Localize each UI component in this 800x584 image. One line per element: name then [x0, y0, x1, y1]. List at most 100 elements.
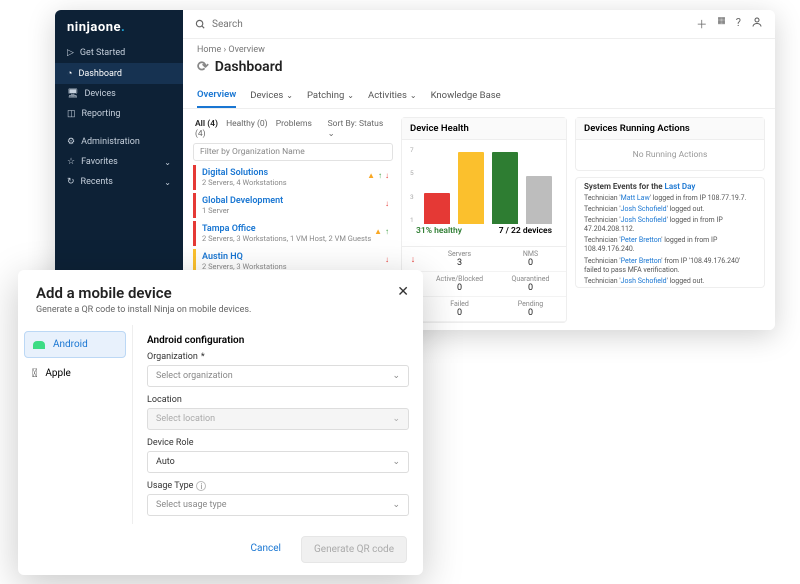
technician-link[interactable]: Josh Schofield: [621, 216, 667, 224]
chart-bar-grey: [526, 176, 552, 224]
breadcrumb: Home › Overview: [183, 39, 775, 55]
org-meta: 1 Server: [202, 206, 387, 215]
org-select[interactable]: Select organization⌄: [147, 365, 409, 387]
running-actions-card: Devices Running Actions No Running Actio…: [575, 117, 765, 171]
card-title: Device Health: [402, 118, 566, 140]
org-name[interactable]: Austin HQ: [202, 252, 387, 262]
crumb-home[interactable]: Home: [197, 45, 221, 55]
role-select[interactable]: Auto⌄: [147, 451, 409, 473]
brand-logo: ninjaone.: [55, 10, 183, 43]
nav-reporting[interactable]: ◫ Reporting: [55, 104, 183, 124]
nav-administration[interactable]: ⚙ Administration: [55, 132, 183, 152]
nav-favorites[interactable]: ☆ Favorites⌄: [55, 152, 183, 172]
generate-qr-button[interactable]: Generate QR code: [301, 536, 407, 563]
role-label: Device Role: [147, 438, 409, 448]
modal-subtitle: Generate a QR code to install Ninja on m…: [36, 305, 405, 315]
tab-overview[interactable]: Overview: [197, 83, 236, 108]
apps-icon[interactable]: ▦: [717, 16, 726, 32]
technician-link[interactable]: Josh Schofield: [621, 277, 667, 285]
user-icon[interactable]: [751, 16, 763, 32]
chart-bar-yellow: [458, 152, 484, 224]
nav-label: Devices: [84, 89, 115, 99]
usage-label: Usage Type i: [147, 481, 409, 491]
form-title: Android configuration: [147, 335, 409, 346]
nav-dashboard[interactable]: ◔ Dashboard: [55, 63, 183, 84]
no-actions-text: No Running Actions: [576, 140, 764, 170]
add-mobile-device-modal: Add a mobile device Generate a QR code t…: [18, 270, 423, 575]
down-icon: ↓: [385, 171, 389, 180]
nav-label: Get Started: [80, 48, 125, 58]
location-label: Location: [147, 395, 409, 405]
platform-apple[interactable]: Apple: [18, 358, 132, 388]
chart-bar-red: [424, 193, 450, 224]
down-icon: ↓: [385, 199, 389, 208]
org-meta: 2 Servers, 3 Workstations, 1 VM Host, 2 …: [202, 234, 387, 243]
chevron-down-icon: ⌄: [392, 500, 400, 510]
system-events-card: System Events for the Last Day Technicia…: [575, 177, 765, 288]
last-day-link[interactable]: Last Day: [665, 182, 696, 191]
tabs: Overview Devices⌄ Patching⌄ Activities⌄ …: [183, 83, 775, 109]
usage-select[interactable]: Select usage type⌄: [147, 494, 409, 516]
info-icon[interactable]: i: [196, 481, 206, 491]
warning-icon: ▲: [367, 171, 375, 180]
platform-android[interactable]: Android: [24, 331, 126, 358]
technician-link[interactable]: Peter Bretton: [621, 236, 662, 244]
event-line: Technician 'Peter Bretton' logged in fro…: [576, 235, 764, 255]
tab-patching[interactable]: Patching⌄: [307, 83, 354, 108]
page-title: ⟳ Dashboard: [183, 55, 775, 83]
modal-title: Add a mobile device: [36, 284, 405, 302]
nav-recents[interactable]: ↻ Recents⌄: [55, 172, 183, 192]
org-label: Organization *: [147, 352, 409, 362]
technician-link[interactable]: Matt Law: [621, 194, 650, 202]
config-form: Android configuration Organization * Sel…: [133, 325, 423, 524]
close-icon[interactable]: ✕: [397, 284, 409, 300]
search-input[interactable]: [212, 19, 688, 30]
org-item[interactable]: Global Development 1 Server ↓: [193, 193, 393, 218]
healthy-pct: 31% healthy: [416, 226, 462, 236]
tab-kb[interactable]: Knowledge Base: [431, 83, 501, 108]
org-name[interactable]: Tampa Office: [202, 224, 387, 234]
crumb-overview[interactable]: Overview: [228, 45, 264, 55]
event-line: Technician 'Josh Schofield' logged out.: [576, 204, 764, 215]
tab-devices[interactable]: Devices⌄: [250, 83, 293, 108]
event-line: Technician 'Josh Schofield' logged out.: [576, 276, 764, 287]
org-item[interactable]: Digital Solutions 2 Servers, 4 Workstati…: [193, 165, 393, 190]
technician-link[interactable]: Josh Schofield: [621, 205, 667, 213]
tab-activities[interactable]: Activities⌄: [368, 83, 417, 108]
search-box[interactable]: [195, 19, 688, 30]
chevron-down-icon: ⌄: [164, 178, 171, 187]
down-icon: ↓: [385, 255, 389, 264]
org-filter-input[interactable]: Filter by Organization Name: [193, 143, 393, 161]
help-icon[interactable]: ?: [736, 16, 741, 32]
warning-icon: ▲: [374, 227, 382, 236]
device-health-card: Device Health 7531 31% healthy 7 / 22 de…: [401, 117, 567, 323]
org-name[interactable]: Global Development: [202, 196, 387, 206]
nav-label: Administration: [81, 137, 140, 147]
apple-icon: [32, 366, 37, 380]
device-health-chart: 7531: [410, 146, 558, 224]
event-line: Technician 'Peter Bretton' from IP '108.…: [576, 256, 764, 276]
device-count: 7 / 22 devices: [499, 226, 552, 236]
chart-bar-green: [492, 152, 518, 224]
nav-label: Dashboard: [78, 69, 122, 79]
technician-link[interactable]: Peter Bretton: [621, 257, 662, 265]
org-name[interactable]: Digital Solutions: [202, 168, 387, 178]
chevron-down-icon: ⌄: [392, 371, 400, 381]
org-meta: 2 Servers, 4 Workstations: [202, 178, 387, 187]
add-icon[interactable]: ＋: [696, 16, 707, 32]
up-icon: ↑: [385, 227, 389, 236]
nav-label: Favorites: [81, 157, 118, 167]
nav-get-started[interactable]: ▷ Get Started: [55, 43, 183, 63]
org-item[interactable]: Tampa Office 2 Servers, 3 Workstations, …: [193, 221, 393, 246]
sort-control[interactable]: Sort By: Status ⌄: [328, 119, 391, 139]
up-icon: ↑: [378, 171, 382, 180]
stat-grid: ↓ Servers3 NMS0 ⦿ Active/Blocked0 Quaran…: [402, 246, 566, 322]
filter-all[interactable]: All (4): [195, 119, 218, 129]
nav-devices[interactable]: 🖥 Devices: [55, 84, 183, 104]
topbar: ＋ ▦ ?: [183, 10, 775, 39]
cancel-button[interactable]: Cancel: [239, 536, 293, 563]
card-title: Devices Running Actions: [576, 118, 764, 140]
refresh-icon[interactable]: ⟳: [197, 59, 209, 75]
location-select[interactable]: Select location⌄: [147, 408, 409, 430]
filter-healthy[interactable]: Healthy (0): [226, 119, 268, 129]
